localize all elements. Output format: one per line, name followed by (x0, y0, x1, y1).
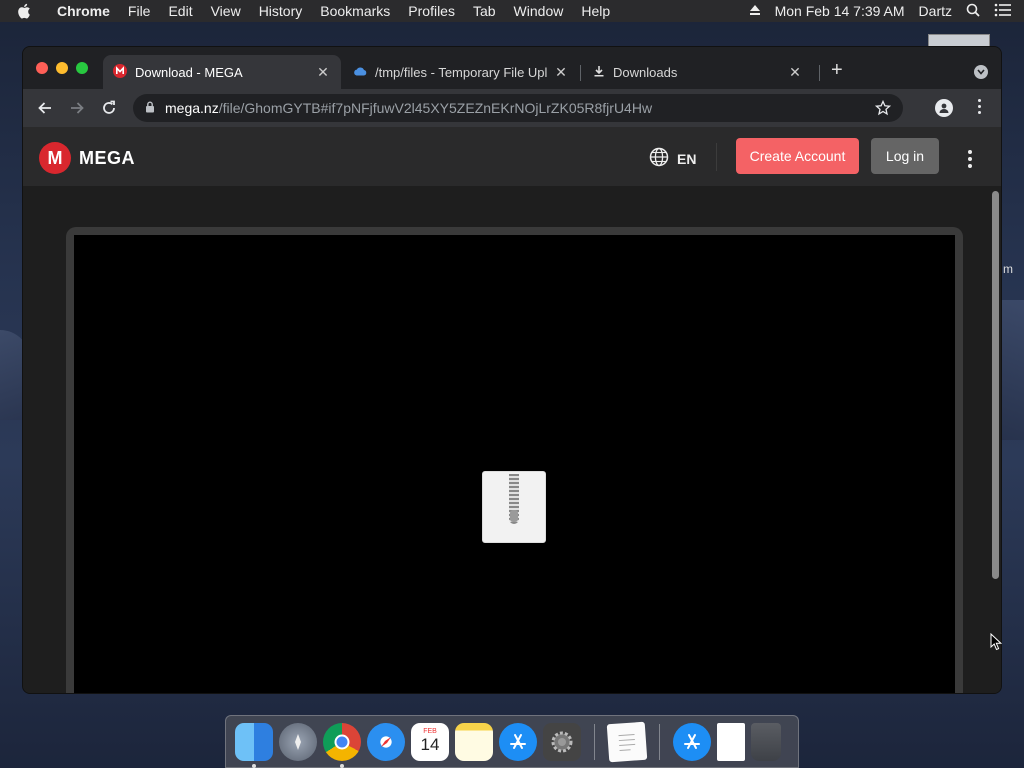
document-icon[interactable] (717, 722, 745, 761)
web-page: M MEGA EN Create Account Log in (23, 127, 1001, 693)
mega-wordmark: MEGA (79, 147, 135, 168)
eject-icon[interactable] (749, 3, 761, 19)
tab-title: /tmp/files - Temporary File Upl (375, 64, 548, 80)
tab-close-icon[interactable]: ✕ (315, 64, 331, 81)
tab-title: Download - MEGA (135, 64, 243, 80)
apple-menu-icon[interactable] (0, 3, 48, 19)
tab-divider (580, 65, 581, 81)
system-preferences-icon[interactable] (543, 722, 581, 761)
bookmark-star-icon[interactable] (874, 99, 892, 119)
finder-icon[interactable] (235, 722, 273, 768)
textedit-icon[interactable] (606, 721, 648, 762)
tab-tmp-files[interactable]: /tmp/files - Temporary File Upl ✕ (343, 55, 579, 89)
calendar-month: FEB (423, 728, 437, 735)
lock-icon[interactable] (145, 100, 155, 116)
close-window-button[interactable] (36, 62, 48, 74)
header-divider (716, 143, 717, 171)
control-center-icon[interactable] (994, 3, 1012, 20)
dock-divider (659, 723, 660, 760)
tab-divider (819, 65, 820, 81)
menu-tab[interactable]: Tab (464, 3, 505, 19)
menu-clock[interactable]: Mon Feb 14 7:39 AM (775, 3, 905, 19)
browser-window: Download - MEGA ✕ /tmp/files - Temporary… (22, 46, 1002, 694)
tab-search-icon[interactable] (974, 65, 988, 79)
menu-edit[interactable]: Edit (159, 3, 201, 19)
menu-window[interactable]: Window (505, 3, 573, 19)
mega-header: M MEGA EN Create Account Log in (23, 127, 1001, 186)
window-controls (36, 62, 88, 74)
menu-file[interactable]: File (119, 3, 160, 19)
url-host: mega.nz (165, 100, 219, 116)
login-button[interactable]: Log in (871, 138, 939, 174)
forward-arrow-icon[interactable] (67, 98, 87, 118)
url-path: /file/GhomGYTB#if7pNFjfuwV2l45XY5ZEZnEKr… (218, 100, 653, 116)
file-preview (74, 235, 955, 693)
cloud-favicon-icon (353, 65, 367, 80)
scrollbar-thumb[interactable] (992, 191, 999, 579)
zoom-window-button[interactable] (76, 62, 88, 74)
desktop-file-icon[interactable] (928, 34, 990, 46)
menu-help[interactable]: Help (572, 3, 619, 19)
minimize-window-button[interactable] (56, 62, 68, 74)
running-indicator (340, 763, 344, 768)
profile-avatar-icon[interactable] (935, 99, 953, 117)
zipper-icon (509, 474, 519, 524)
reload-icon[interactable] (99, 98, 119, 118)
back-arrow-icon[interactable] (35, 98, 55, 118)
desktop-icon-label: m (1003, 262, 1013, 276)
language-label: EN (677, 150, 697, 167)
menu-view[interactable]: View (202, 3, 250, 19)
menu-history[interactable]: History (250, 3, 312, 19)
app-store-downloads-icon[interactable] (673, 722, 711, 761)
mouse-pointer-icon (990, 632, 1003, 656)
menu-user[interactable]: Dartz (919, 3, 952, 19)
language-selector[interactable]: EN (649, 147, 696, 170)
launchpad-icon[interactable] (279, 722, 317, 761)
menu-profiles[interactable]: Profiles (399, 3, 464, 19)
globe-icon (649, 147, 669, 170)
notes-icon[interactable] (455, 722, 493, 761)
browser-toolbar: mega.nz/file/GhomGYTB#if7pNFjfuwV2l45XY5… (23, 89, 1001, 127)
tab-close-icon[interactable]: ✕ (787, 64, 803, 81)
safari-icon[interactable] (367, 722, 405, 761)
new-tab-button[interactable]: + (831, 60, 843, 80)
menu-bookmarks[interactable]: Bookmarks (311, 3, 399, 19)
download-favicon-icon (593, 65, 605, 80)
more-options-icon[interactable] (968, 150, 972, 168)
mega-favicon-icon (113, 63, 127, 81)
menu-app-name[interactable]: Chrome (48, 3, 119, 19)
file-preview-frame (66, 227, 963, 693)
address-bar[interactable]: mega.nz/file/GhomGYTB#if7pNFjfuwV2l45XY5… (133, 94, 903, 122)
tab-strip: Download - MEGA ✕ /tmp/files - Temporary… (23, 47, 1001, 89)
calendar-icon[interactable]: FEB 14 (411, 722, 449, 761)
tab-downloads[interactable]: Downloads ✕ (583, 55, 813, 89)
running-indicator (252, 763, 256, 768)
zip-archive-icon (482, 471, 546, 543)
chrome-icon[interactable] (323, 722, 361, 768)
mega-logo-icon: M (39, 142, 71, 174)
dock: FEB 14 (225, 715, 799, 768)
tab-mega-download[interactable]: Download - MEGA ✕ (103, 55, 341, 89)
tab-title: Downloads (613, 64, 678, 80)
mega-logo[interactable]: M MEGA (39, 142, 135, 174)
dock-divider (594, 723, 595, 760)
trash-icon[interactable] (751, 722, 781, 761)
spotlight-search-icon[interactable] (966, 3, 980, 20)
create-account-button[interactable]: Create Account (736, 138, 859, 174)
browser-menu-icon[interactable] (975, 99, 983, 114)
tab-close-icon[interactable]: ✕ (553, 64, 569, 81)
menu-bar: Chrome File Edit View History Bookmarks … (0, 0, 1024, 22)
page-scrollbar[interactable] (991, 189, 1001, 693)
app-store-icon[interactable] (499, 722, 537, 761)
calendar-day: 14 (420, 735, 440, 754)
